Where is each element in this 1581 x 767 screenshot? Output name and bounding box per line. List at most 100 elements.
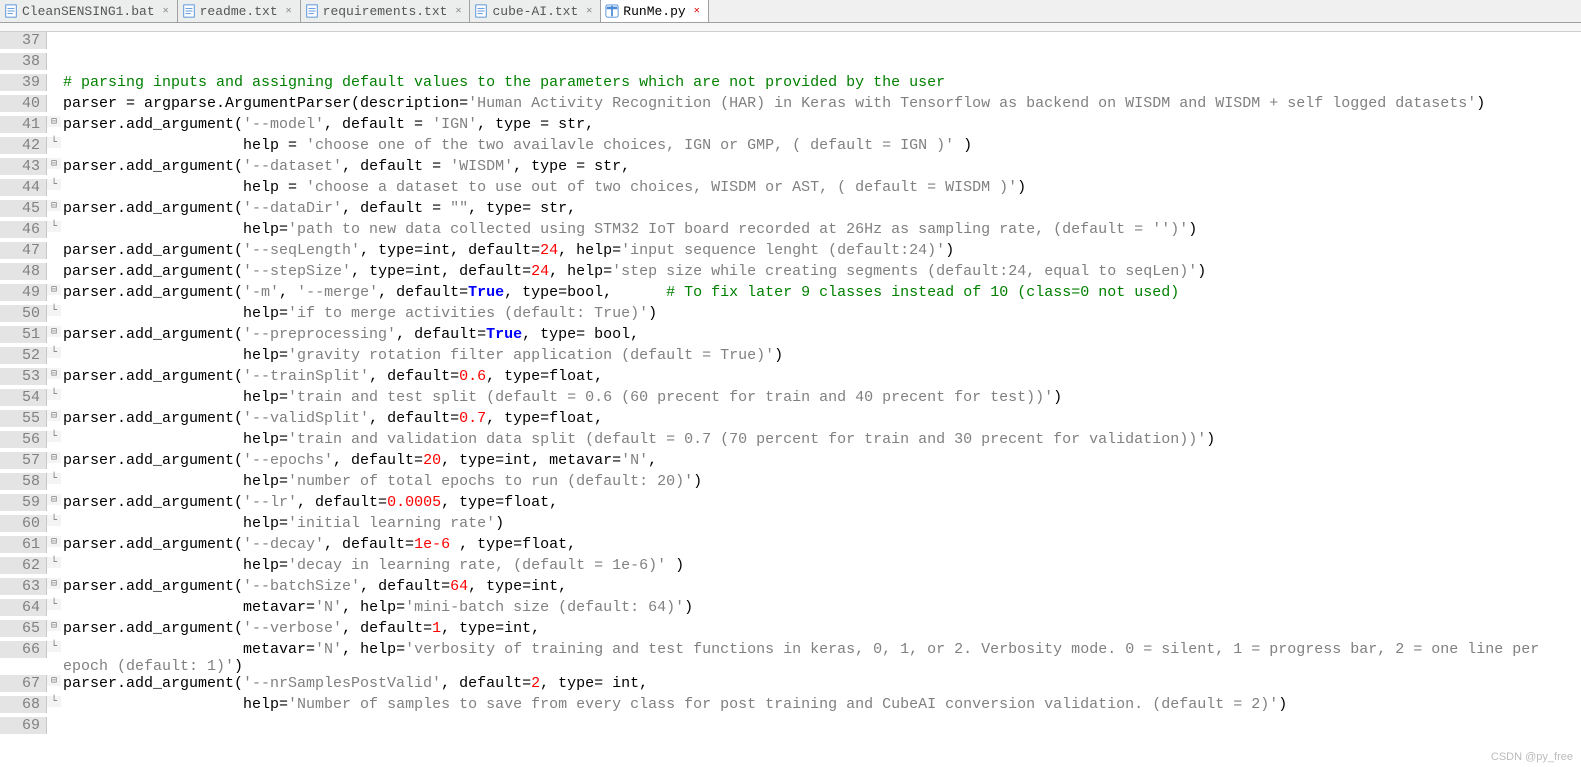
code-line[interactable]: 38 xyxy=(0,53,1581,74)
code-line[interactable]: 39# parsing inputs and assigning default… xyxy=(0,74,1581,95)
code-content[interactable]: help = 'choose one of the two availavle … xyxy=(61,137,1581,154)
fold-marker[interactable]: ⊟ xyxy=(47,200,61,211)
code-line[interactable]: 65⊟parser.add_argument('--verbose', defa… xyxy=(0,620,1581,641)
fold-marker[interactable]: ⊟ xyxy=(47,578,61,589)
code-line[interactable]: 55⊟parser.add_argument('--validSplit', d… xyxy=(0,410,1581,431)
close-icon[interactable]: ✕ xyxy=(453,6,463,16)
code-line[interactable]: 48parser.add_argument('--stepSize', type… xyxy=(0,263,1581,284)
code-content[interactable]: parser.add_argument('--decay', default=1… xyxy=(61,536,1581,553)
code-line[interactable]: 57⊟parser.add_argument('--epochs', defau… xyxy=(0,452,1581,473)
code-content[interactable]: parser.add_argument('--trainSplit', defa… xyxy=(61,368,1581,385)
code-content[interactable]: metavar='N', help='mini-batch size (defa… xyxy=(61,599,1581,616)
token-id: , xyxy=(648,452,657,469)
token-id: parser.add_argument( xyxy=(63,263,243,280)
code-content[interactable]: parser.add_argument('--batchSize', defau… xyxy=(61,578,1581,595)
code-line[interactable]: 69 xyxy=(0,717,1581,738)
token-id: , type = str, xyxy=(477,116,594,133)
file-icon xyxy=(605,4,619,18)
code-content[interactable]: metavar='N', help='verbosity of training… xyxy=(61,641,1581,675)
tab-requirements-txt[interactable]: requirements.txt ✕ xyxy=(301,0,471,22)
code-content[interactable]: parser.add_argument('--validSplit', defa… xyxy=(61,410,1581,427)
code-content[interactable]: parser.add_argument('--epochs', default=… xyxy=(61,452,1581,469)
code-content[interactable]: parser.add_argument('-m', '--merge', def… xyxy=(61,284,1581,301)
close-icon[interactable]: ✕ xyxy=(161,6,171,16)
code-line[interactable]: 66└ metavar='N', help='verbosity of trai… xyxy=(0,641,1581,675)
token-str: 'choose a dataset to use out of two choi… xyxy=(306,179,1017,196)
code-content[interactable]: # parsing inputs and assigning default v… xyxy=(61,74,1581,91)
fold-marker[interactable]: ⊟ xyxy=(47,410,61,421)
code-line[interactable]: 41⊟parser.add_argument('--model', defaul… xyxy=(0,116,1581,137)
code-content[interactable]: parser.add_argument('--stepSize', type=i… xyxy=(61,263,1581,280)
code-content[interactable]: help='if to merge activities (default: T… xyxy=(61,305,1581,322)
code-editor[interactable]: 373839# parsing inputs and assigning def… xyxy=(0,32,1581,767)
code-line[interactable]: 68└ help='Number of samples to save from… xyxy=(0,696,1581,717)
code-line[interactable]: 51⊟parser.add_argument('--preprocessing'… xyxy=(0,326,1581,347)
code-content[interactable]: help='train and test split (default = 0.… xyxy=(61,389,1581,406)
code-content[interactable]: parser.add_argument('--verbose', default… xyxy=(61,620,1581,637)
code-line[interactable]: 67⊟parser.add_argument('--nrSamplesPostV… xyxy=(0,675,1581,696)
code-content[interactable]: parser.add_argument('--model', default =… xyxy=(61,116,1581,133)
tab-cleansensing1-bat[interactable]: CleanSENSING1.bat✕ xyxy=(0,0,178,22)
line-number: 40 xyxy=(0,95,47,112)
fold-marker[interactable]: ⊟ xyxy=(47,284,61,295)
code-line[interactable]: 54└ help='train and test split (default … xyxy=(0,389,1581,410)
code-content[interactable]: parser.add_argument('--lr', default=0.00… xyxy=(61,494,1581,511)
code-line[interactable]: 50└ help='if to merge activities (defaul… xyxy=(0,305,1581,326)
token-num: 0.6 xyxy=(459,368,486,385)
code-line[interactable]: 53⊟parser.add_argument('--trainSplit', d… xyxy=(0,368,1581,389)
code-content[interactable]: help='number of total epochs to run (def… xyxy=(61,473,1581,490)
code-line[interactable]: 44└ help = 'choose a dataset to use out … xyxy=(0,179,1581,200)
code-line[interactable]: 47parser.add_argument('--seqLength', typ… xyxy=(0,242,1581,263)
code-content[interactable]: help='train and validation data split (d… xyxy=(61,431,1581,448)
fold-marker[interactable]: ⊟ xyxy=(47,494,61,505)
code-line[interactable]: 46└ help='path to new data collected usi… xyxy=(0,221,1581,242)
code-content[interactable]: parser.add_argument('--seqLength', type=… xyxy=(61,242,1581,259)
fold-marker[interactable]: ⊟ xyxy=(47,452,61,463)
code-line[interactable]: 43⊟parser.add_argument('--dataset', defa… xyxy=(0,158,1581,179)
code-line[interactable]: 56└ help='train and validation data spli… xyxy=(0,431,1581,452)
code-line[interactable]: 62└ help='decay in learning rate, (defau… xyxy=(0,557,1581,578)
fold-marker[interactable]: ⊟ xyxy=(47,620,61,631)
code-content[interactable]: parser.add_argument('--preprocessing', d… xyxy=(61,326,1581,343)
fold-marker[interactable]: ⊟ xyxy=(47,536,61,547)
token-num: 64 xyxy=(450,578,468,595)
code-line[interactable]: 59⊟parser.add_argument('--lr', default=0… xyxy=(0,494,1581,515)
close-icon[interactable]: ✕ xyxy=(584,6,594,16)
token-str: '--decay' xyxy=(243,536,324,553)
code-line[interactable]: 61⊟parser.add_argument('--decay', defaul… xyxy=(0,536,1581,557)
code-line[interactable]: 60└ help='initial learning rate') xyxy=(0,515,1581,536)
tab-label: requirements.txt xyxy=(323,4,448,19)
code-content[interactable]: parser.add_argument('--dataDir', default… xyxy=(61,200,1581,217)
code-line[interactable]: 52└ help='gravity rotation filter applic… xyxy=(0,347,1581,368)
close-icon[interactable]: ✕ xyxy=(284,6,294,16)
tab-cube-ai-txt[interactable]: cube-AI.txt✕ xyxy=(470,0,601,22)
token-id: help= xyxy=(63,696,288,713)
fold-marker[interactable]: ⊟ xyxy=(47,158,61,169)
code-line[interactable]: 63⊟parser.add_argument('--batchSize', de… xyxy=(0,578,1581,599)
code-line[interactable]: 64└ metavar='N', help='mini-batch size (… xyxy=(0,599,1581,620)
code-content[interactable]: parser.add_argument('--nrSamplesPostVali… xyxy=(61,675,1581,692)
code-line[interactable]: 45⊟parser.add_argument('--dataDir', defa… xyxy=(0,200,1581,221)
code-content[interactable]: help='path to new data collected using S… xyxy=(61,221,1581,238)
tab-readme-txt[interactable]: readme.txt✕ xyxy=(178,0,301,22)
code-line[interactable]: 40 parser = argparse.ArgumentParser(descr… xyxy=(0,95,1581,116)
code-content[interactable]: parser.add_argument('--dataset', default… xyxy=(61,158,1581,175)
tab-runme-py[interactable]: RunMe.py✕ xyxy=(601,0,708,22)
code-line[interactable]: 49⊟parser.add_argument('-m', '--merge', … xyxy=(0,284,1581,305)
code-line[interactable]: 37 xyxy=(0,32,1581,53)
line-number: 60 xyxy=(0,515,47,532)
code-content[interactable]: help='gravity rotation filter applicatio… xyxy=(61,347,1581,364)
code-content[interactable]: help = 'choose a dataset to use out of t… xyxy=(61,179,1581,196)
fold-marker[interactable]: ⊟ xyxy=(47,326,61,337)
code-content[interactable]: help='initial learning rate') xyxy=(61,515,1581,532)
code-line[interactable]: 42└ help = 'choose one of the two availa… xyxy=(0,137,1581,158)
fold-marker[interactable]: ⊟ xyxy=(47,675,61,686)
code-content[interactable]: parser = argparse.ArgumentParser(descrip… xyxy=(61,95,1581,112)
fold-marker[interactable]: ⊟ xyxy=(47,368,61,379)
token-str: '--batchSize' xyxy=(243,578,360,595)
code-content[interactable]: help='decay in learning rate, (default =… xyxy=(61,557,1581,574)
code-content[interactable]: help='Number of samples to save from eve… xyxy=(61,696,1581,713)
close-icon[interactable]: ✕ xyxy=(692,6,702,16)
fold-marker[interactable]: ⊟ xyxy=(47,116,61,127)
code-line[interactable]: 58└ help='number of total epochs to run … xyxy=(0,473,1581,494)
